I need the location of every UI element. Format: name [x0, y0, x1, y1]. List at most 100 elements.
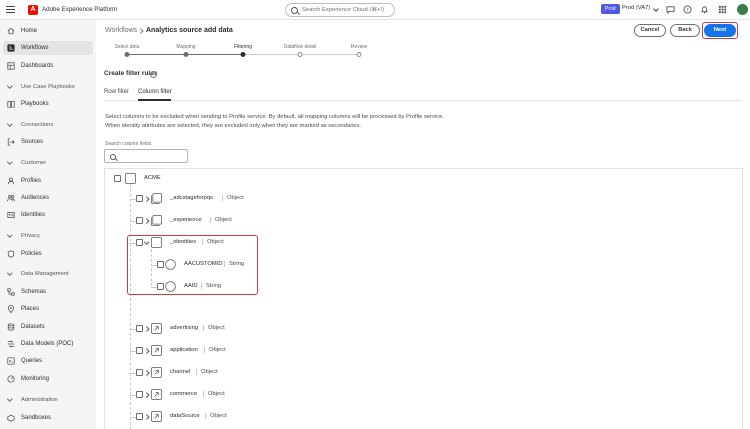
sidebar-item-identities[interactable]: Identities	[0, 208, 96, 222]
back-button[interactable]: Back	[670, 24, 700, 37]
sidebar-item-label: Playbooks	[21, 101, 49, 107]
tab-row-filter[interactable]: Row filter	[104, 89, 129, 95]
sidebar-item-profiles[interactable]: Profiles	[0, 174, 96, 188]
bell-icon[interactable]	[700, 5, 709, 14]
chevron-right-icon[interactable]	[144, 414, 150, 420]
checkbox[interactable]	[136, 217, 143, 224]
tree-node-type: Object	[205, 413, 227, 419]
section-data-management[interactable]: Data Management	[0, 268, 96, 280]
step-label-dataflow-detail: Dataflow detail	[283, 44, 317, 50]
chevron-down-icon	[7, 121, 13, 127]
sidebar-item-sandboxes[interactable]: Sandboxes	[0, 411, 96, 425]
sidebar-item-label: Workflows	[21, 45, 49, 51]
tree-row-root[interactable]: ACME	[105, 169, 742, 189]
chevron-right-icon[interactable]	[144, 218, 150, 224]
dashboards-icon	[7, 62, 15, 70]
tree-row[interactable]: commerce Object	[105, 385, 742, 405]
sidebar-item-label: Data Models (POC)	[21, 341, 74, 347]
chevron-right-icon[interactable]	[144, 392, 150, 398]
object-icon	[151, 193, 162, 204]
object-icon	[151, 215, 162, 226]
sidebar-item-workflows[interactable]: Workflows	[3, 41, 93, 55]
checkbox[interactable]	[136, 325, 143, 332]
chevron-right-icon[interactable]	[144, 370, 150, 376]
tab-column-filter[interactable]: Column filter	[138, 89, 172, 95]
checkbox[interactable]	[136, 195, 143, 202]
sidebar-item-data-models[interactable]: Data Models (POC)	[0, 337, 96, 351]
checkbox[interactable]	[114, 175, 121, 182]
tree-node-name: commerce	[170, 391, 198, 397]
tree-row[interactable]: application Object	[105, 341, 742, 361]
sidebar-item-dashboards[interactable]: Dashboards	[0, 59, 96, 73]
audiences-icon	[7, 195, 15, 202]
checkbox[interactable]	[136, 413, 143, 420]
tree-row[interactable]: dataSource Object	[105, 407, 742, 427]
step-dot-mapping	[183, 52, 189, 57]
app-title: Adobe Experience Platform	[42, 6, 118, 13]
object-link-icon	[151, 345, 162, 356]
sidebar-item-home[interactable]: Home	[0, 24, 96, 38]
chevron-right-icon[interactable]	[144, 348, 150, 354]
help-icon[interactable]: ?	[683, 5, 692, 14]
sidebar-item-schemas[interactable]: Schemas	[0, 285, 96, 299]
apps-grid-icon[interactable]	[718, 5, 727, 14]
sidebar-item-monitoring[interactable]: Monitoring	[0, 372, 96, 386]
chevron-down-icon[interactable]	[653, 6, 659, 12]
tree-row[interactable]: _experience Object	[105, 211, 742, 231]
sidebar-item-label: Queries	[21, 358, 43, 364]
section-administration[interactable]: Administration	[0, 394, 96, 406]
chevron-right-icon[interactable]	[144, 196, 150, 202]
menu-icon[interactable]	[6, 5, 15, 14]
object-link-icon	[151, 323, 162, 334]
tree-row[interactable]: _adcstageforpqs Object	[105, 189, 742, 209]
section-label: Privacy	[21, 233, 41, 239]
sandbox-switcher[interactable]: Prod (VA7)	[622, 5, 650, 11]
home-icon	[7, 27, 15, 35]
checkbox[interactable]	[136, 391, 143, 398]
cancel-button[interactable]: Cancel	[634, 24, 666, 37]
tree-node-type: Object	[196, 369, 218, 375]
section-connections[interactable]: Connections	[0, 119, 96, 131]
chevron-right-icon	[138, 28, 144, 34]
tree-node-name: advertising	[170, 325, 199, 331]
search-column-fields-input[interactable]	[104, 149, 188, 163]
schemas-icon	[7, 288, 15, 296]
sidebar-item-label: Dashboards	[21, 63, 54, 69]
sidebar-item-policies[interactable]: Policies	[0, 247, 96, 261]
sources-icon	[7, 138, 15, 146]
tree-row[interactable]: advertising Object	[105, 319, 742, 339]
avatar[interactable]	[737, 4, 748, 15]
checkbox[interactable]	[136, 347, 143, 354]
info-icon[interactable]: i	[150, 71, 157, 78]
sidebar-item-datasets[interactable]: Datasets	[0, 320, 96, 334]
section-use-case-playbooks[interactable]: Use Case Playbooks	[0, 81, 96, 93]
step-dot-dataflow-detail	[297, 52, 303, 57]
sidebar-item-label: Policies	[21, 251, 42, 257]
identities-icon	[7, 212, 15, 218]
step-dot-select-data	[124, 52, 130, 57]
tree-node-type: Object	[210, 217, 232, 223]
sidebar-item-playbooks[interactable]: Playbooks	[0, 97, 96, 111]
step-label-select-data: Select data	[114, 44, 140, 50]
playbooks-icon	[7, 101, 15, 108]
breadcrumb-workflows[interactable]: Workflows	[105, 27, 137, 34]
chat-icon[interactable]	[666, 5, 675, 14]
next-button[interactable]: Next	[704, 24, 736, 37]
tree-node-type: Object	[222, 195, 244, 201]
section-customer[interactable]: Customer	[0, 157, 96, 169]
sidebar-item-queries[interactable]: Queries	[0, 354, 96, 368]
checkbox[interactable]	[136, 369, 143, 376]
section-privacy[interactable]: Privacy	[0, 230, 96, 242]
tree-row[interactable]: channel Object	[105, 363, 742, 383]
sidebar-item-audiences[interactable]: Audiences	[0, 191, 96, 205]
sidebar-item-places[interactable]: Places	[0, 302, 96, 316]
global-search[interactable]: Search Experience Cloud (⌘+/)	[285, 3, 395, 17]
monitoring-icon	[7, 375, 15, 383]
sidebar-item-sources[interactable]: Sources	[0, 135, 96, 149]
section-label: Use Case Playbooks	[21, 84, 75, 90]
chevron-right-icon[interactable]	[144, 326, 150, 332]
tree-node-name: ACME	[144, 175, 161, 181]
adobe-logo-icon: A	[28, 5, 38, 15]
chevron-down-icon	[7, 232, 13, 238]
section-label: Connections	[21, 122, 54, 128]
